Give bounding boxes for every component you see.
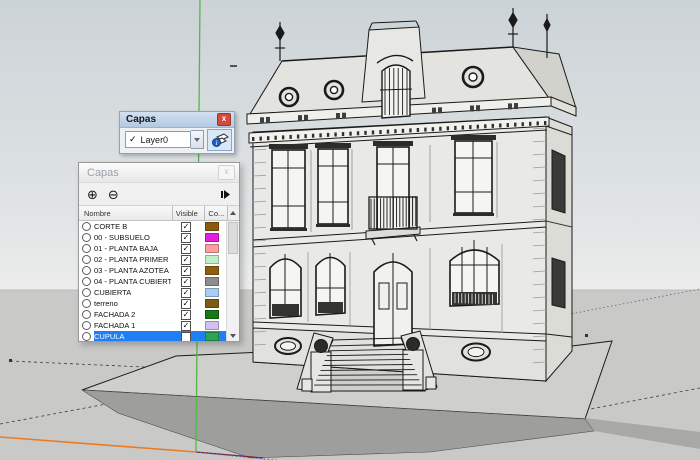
layer-color-swatch[interactable]	[205, 299, 219, 308]
layer-row[interactable]: CUPULA	[79, 331, 226, 341]
layer-name: CUBIERTA	[94, 288, 132, 297]
layer-radio[interactable]	[82, 244, 91, 253]
check-icon: ✓	[129, 134, 137, 144]
layers-dialog-title: Capas	[87, 166, 119, 179]
layers-toolbar-title: Capas	[126, 114, 157, 125]
layers-toolbar-titlebar[interactable]: Capas x	[120, 112, 234, 128]
layer-manager-button[interactable]: i	[207, 128, 232, 151]
layer-name: 03 - PLANTA AZOTEA	[94, 266, 169, 275]
layer-color-swatch[interactable]	[205, 288, 219, 297]
layer-color-swatch[interactable]	[205, 255, 219, 264]
layer-color-swatch[interactable]	[205, 266, 219, 275]
layers-dialog-window: Capas x ⊕ ⊖ Nombre Visible Co... CORTE B…	[78, 162, 240, 342]
layer-radio[interactable]	[82, 255, 91, 264]
layer-visible-checkbox[interactable]: ✓	[181, 265, 191, 276]
layers-info-icon: i	[211, 133, 229, 147]
layer-visible-checkbox[interactable]: ✓	[181, 276, 191, 287]
sketchup-viewport: { "layers_toolbar": { "title": "Capas", …	[0, 0, 700, 460]
active-layer-name: Layer0	[140, 134, 169, 145]
layer-color-swatch[interactable]	[205, 277, 219, 286]
add-layer-button[interactable]: ⊕	[87, 188, 98, 201]
layer-row[interactable]: 00 - SUBSUELO ✓	[79, 232, 226, 243]
layer-row[interactable]: CORTE B ✓	[79, 221, 226, 232]
close-icon[interactable]: x	[217, 113, 231, 126]
layer-row[interactable]: 02 - PLANTA PRIMER P ✓	[79, 254, 226, 265]
layer-color-swatch[interactable]	[205, 222, 219, 231]
layer-row[interactable]: 04 - PLANTA CUBIERTA ✓	[79, 276, 226, 287]
layer-name: FACHADA 1	[94, 321, 136, 330]
layer-color-swatch[interactable]	[205, 321, 219, 330]
active-layer-combobox[interactable]: ✓ Layer0	[125, 131, 191, 148]
layer-visible-checkbox[interactable]: ✓	[181, 221, 191, 232]
layer-name: 01 - PLANTA BAJA	[94, 244, 159, 253]
layer-radio[interactable]	[82, 288, 91, 297]
layer-list: CORTE B ✓ 00 - SUBSUELO ✓ 01 - PLANTA BA…	[79, 221, 226, 341]
layer-list-header[interactable]: Nombre Visible Co...	[79, 205, 239, 221]
column-header-name[interactable]: Nombre	[79, 206, 172, 220]
column-header-visible[interactable]: Visible	[171, 206, 205, 220]
layer-radio[interactable]	[82, 332, 91, 341]
layer-visible-checkbox[interactable]: ✓	[181, 298, 191, 309]
layer-radio[interactable]	[82, 321, 91, 330]
layer-radio[interactable]	[82, 277, 91, 286]
details-arrow-icon[interactable]	[220, 189, 231, 200]
layer-name: 00 - SUBSUELO	[94, 233, 150, 242]
layer-visible-checkbox[interactable]: ✓	[181, 254, 191, 265]
column-header-color[interactable]: Co...	[204, 206, 226, 220]
layer-visible-checkbox[interactable]: ✓	[181, 243, 191, 254]
vertical-scrollbar[interactable]	[226, 221, 239, 341]
layer-color-swatch[interactable]	[205, 233, 219, 242]
scroll-up-button[interactable]	[226, 206, 239, 220]
layer-color-swatch[interactable]	[205, 310, 219, 319]
layer-row[interactable]: FACHADA 2 ✓	[79, 309, 226, 320]
svg-text:i: i	[215, 139, 217, 147]
layer-row[interactable]: FACHADA 1 ✓	[79, 320, 226, 331]
layer-dropdown-button[interactable]	[190, 130, 205, 149]
layer-name: terreno	[94, 299, 118, 308]
layer-visible-checkbox[interactable]	[181, 331, 191, 341]
layer-row[interactable]: CUBIERTA ✓	[79, 287, 226, 298]
layers-dialog-titlebar[interactable]: Capas x	[79, 163, 239, 183]
layer-name: 02 - PLANTA PRIMER P	[94, 255, 171, 264]
layer-color-swatch[interactable]	[205, 244, 219, 253]
triangle-up-icon	[230, 211, 237, 215]
remove-layer-button[interactable]: ⊖	[108, 188, 119, 201]
layer-row[interactable]: terreno ✓	[79, 298, 226, 309]
layer-name: CORTE B	[94, 222, 128, 231]
scroll-down-button[interactable]	[227, 330, 239, 341]
layer-radio[interactable]	[82, 233, 91, 242]
layer-name: 04 - PLANTA CUBIERTA	[94, 277, 171, 286]
layer-radio[interactable]	[82, 266, 91, 275]
layer-radio[interactable]	[82, 222, 91, 231]
layer-color-swatch[interactable]	[205, 332, 219, 341]
chevron-down-icon	[194, 137, 200, 142]
layer-row[interactable]: 01 - PLANTA BAJA ✓	[79, 243, 226, 254]
layer-visible-checkbox[interactable]: ✓	[181, 232, 191, 243]
close-icon[interactable]: x	[218, 165, 235, 180]
layer-visible-checkbox[interactable]: ✓	[181, 287, 191, 298]
layer-visible-checkbox[interactable]: ✓	[181, 309, 191, 320]
scrollbar-thumb[interactable]	[228, 222, 238, 254]
layer-name: FACHADA 2	[94, 310, 136, 319]
layer-visible-checkbox[interactable]: ✓	[181, 320, 191, 331]
layer-radio[interactable]	[82, 299, 91, 308]
layers-toolbar-window: Capas x ✓ Layer0 i	[119, 111, 235, 154]
triangle-down-icon	[230, 333, 236, 338]
layer-radio[interactable]	[82, 310, 91, 319]
layer-row[interactable]: 03 - PLANTA AZOTEA ✓	[79, 265, 226, 276]
layer-name: CUPULA	[94, 332, 125, 341]
